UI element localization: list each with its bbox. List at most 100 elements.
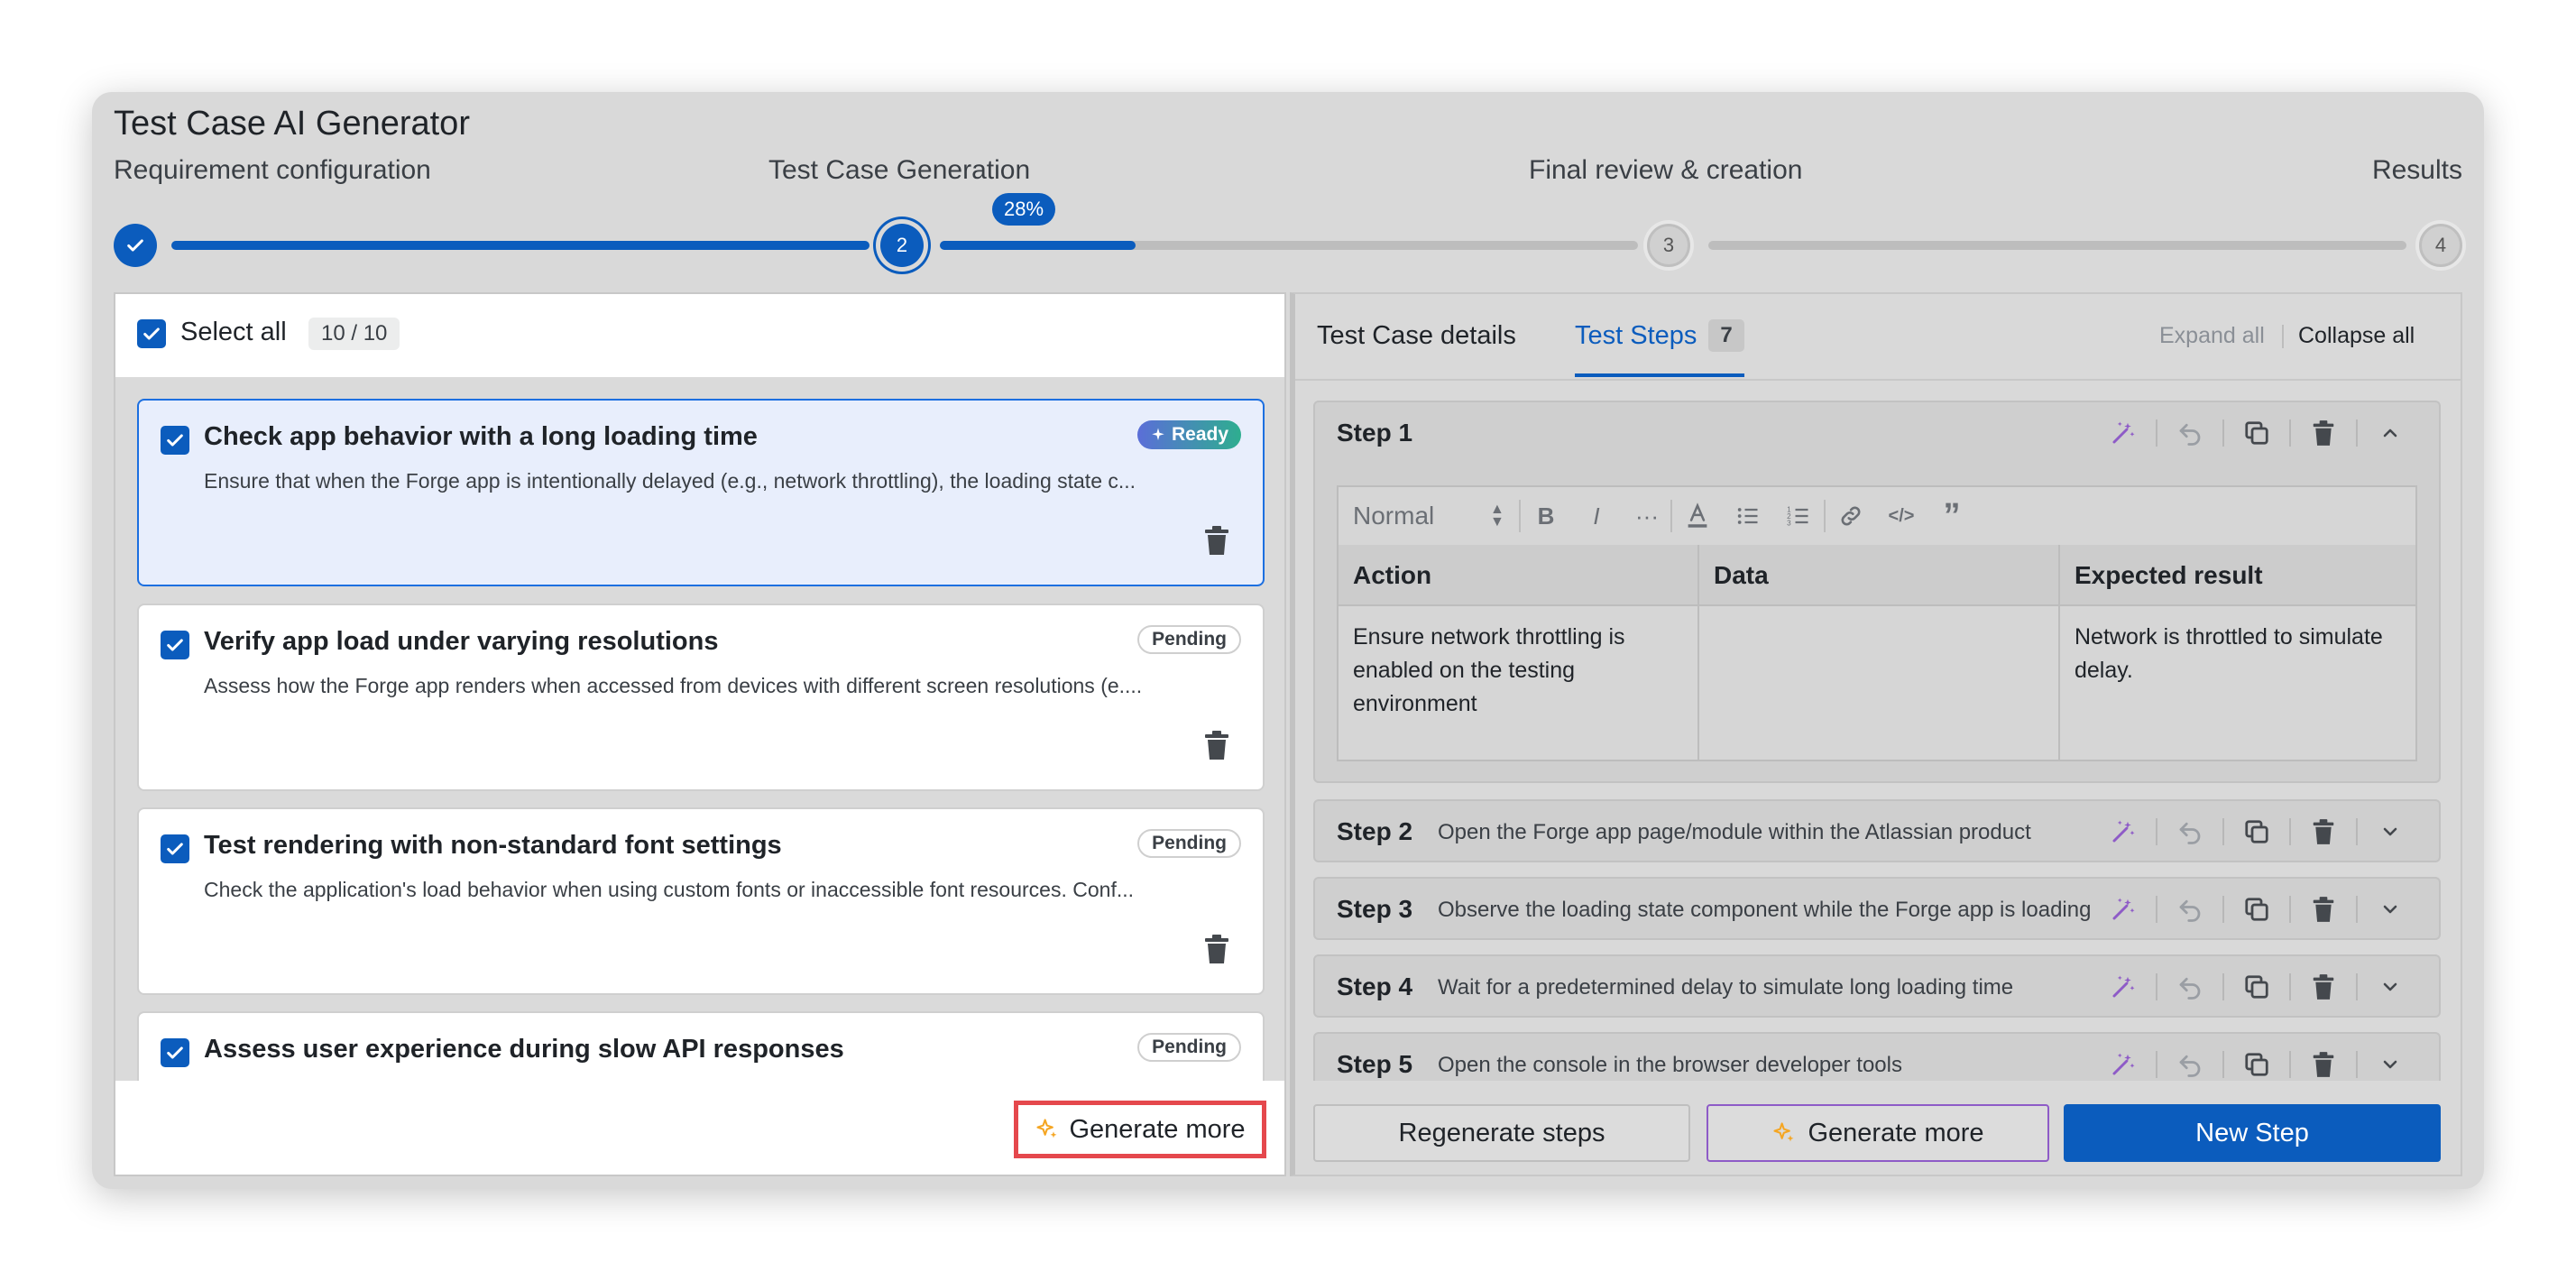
step-header[interactable]: Step 1 bbox=[1315, 402, 2439, 462]
chevron-down-icon[interactable] bbox=[2372, 891, 2408, 927]
test-case-checkbox[interactable] bbox=[161, 834, 189, 863]
rich-text-toolbar: Normal ▲ ▼ B I ··· 123 </> ” bbox=[1339, 487, 2415, 547]
test-case-card[interactable]: Check app behavior with a long loading t… bbox=[137, 399, 1265, 586]
test-case-checkbox[interactable] bbox=[161, 631, 189, 659]
test-case-list[interactable]: Check app behavior with a long loading t… bbox=[115, 377, 1284, 1081]
step-header[interactable]: Step 3 Observe the loading state compone… bbox=[1315, 879, 2439, 938]
copy-icon[interactable] bbox=[2239, 1046, 2275, 1083]
trash-icon[interactable] bbox=[2305, 814, 2341, 850]
step-header[interactable]: Step 2 Open the Forge app page/module wi… bbox=[1315, 801, 2439, 861]
step-table: Action Ensure network throttling is enab… bbox=[1339, 545, 2415, 760]
copy-icon[interactable] bbox=[2239, 415, 2275, 451]
trash-icon[interactable] bbox=[2305, 415, 2341, 451]
status-badge: Ready bbox=[1136, 420, 1241, 449]
tab-test-steps[interactable]: Test Steps bbox=[1575, 321, 1697, 351]
step-name: Step 3 bbox=[1337, 895, 1413, 923]
numbered-list-icon[interactable]: 123 bbox=[1782, 500, 1815, 532]
stepper-track-2 bbox=[940, 241, 1638, 250]
select-all-label: Select all bbox=[180, 318, 287, 346]
status-label: Ready bbox=[1171, 424, 1228, 445]
test-steps-count-badge: 7 bbox=[1708, 319, 1744, 352]
undo-icon[interactable] bbox=[2172, 969, 2208, 1005]
ai-wand-icon[interactable] bbox=[2105, 891, 2141, 927]
stepper-node-4[interactable]: 4 bbox=[2419, 224, 2462, 267]
link-icon[interactable] bbox=[1835, 500, 1867, 532]
expected-column: Expected result Network is throttled to … bbox=[2060, 545, 2415, 760]
trash-icon[interactable] bbox=[2305, 891, 2341, 927]
stepper-track-1 bbox=[171, 241, 869, 250]
ai-wand-icon[interactable] bbox=[2105, 415, 2141, 451]
sparkle-icon bbox=[1773, 1122, 1794, 1142]
svg-text:3: 3 bbox=[1787, 520, 1791, 528]
undo-icon[interactable] bbox=[2172, 1046, 2208, 1083]
table-header-expected: Expected result bbox=[2075, 561, 2263, 589]
status-badge: Pending bbox=[1137, 625, 1241, 654]
ai-wand-icon[interactable] bbox=[2105, 969, 2141, 1005]
generate-more-label: Generate more bbox=[1069, 1114, 1246, 1144]
stepper-node-3[interactable]: 3 bbox=[1647, 224, 1690, 267]
table-header-action: Action bbox=[1353, 561, 1432, 589]
test-case-description: Ensure that when the Forge app is intent… bbox=[204, 469, 1136, 493]
list-footer: Generate more bbox=[115, 1081, 1284, 1175]
undo-icon[interactable] bbox=[2172, 891, 2208, 927]
step-editor: Normal ▲ ▼ B I ··· 123 </> ” Action Ensu… bbox=[1337, 485, 2417, 761]
stepper-node-2[interactable]: 2 bbox=[880, 224, 924, 267]
chevron-down-icon[interactable] bbox=[2372, 969, 2408, 1005]
test-case-title: Test rendering with non-standard font se… bbox=[204, 831, 782, 860]
code-icon[interactable]: </> bbox=[1885, 500, 1918, 532]
check-icon bbox=[143, 327, 160, 340]
test-case-title: Verify app load under varying resolution… bbox=[204, 627, 719, 656]
test-case-description: Assess how the Forge app renders when ac… bbox=[204, 674, 1143, 697]
test-case-checkbox[interactable] bbox=[161, 1038, 189, 1067]
test-case-card[interactable]: Verify app load under varying resolution… bbox=[137, 604, 1265, 791]
trash-icon[interactable] bbox=[1203, 730, 1230, 760]
stage-label-generation: Test Case Generation bbox=[768, 155, 1031, 185]
expected-cell[interactable]: Network is throttled to simulate delay. bbox=[2075, 621, 2399, 687]
undo-icon[interactable] bbox=[2172, 415, 2208, 451]
test-case-checkbox[interactable] bbox=[161, 426, 189, 455]
chevron-down-icon[interactable] bbox=[2372, 1046, 2408, 1083]
chevron-up-icon[interactable] bbox=[2372, 415, 2408, 451]
stepper-track-3 bbox=[1708, 241, 2406, 250]
step-item[interactable]: Step 4 Wait for a predetermined delay to… bbox=[1313, 954, 2441, 1018]
tab-test-case-details[interactable]: Test Case details bbox=[1317, 321, 1516, 351]
text-color-icon[interactable] bbox=[1681, 500, 1714, 532]
ai-wand-icon[interactable] bbox=[2105, 1046, 2141, 1083]
text-style-select[interactable]: Normal bbox=[1353, 502, 1434, 530]
bold-icon[interactable]: B bbox=[1530, 500, 1562, 532]
expand-all-button[interactable]: Expand all bbox=[2159, 323, 2265, 349]
status-badge: Pending bbox=[1137, 829, 1241, 858]
stepper-node-1[interactable] bbox=[114, 224, 157, 267]
undo-icon[interactable] bbox=[2172, 814, 2208, 850]
tabs-divider bbox=[1295, 379, 2461, 381]
select-all-checkbox[interactable] bbox=[137, 319, 166, 348]
more-icon[interactable]: ··· bbox=[1631, 500, 1663, 532]
generate-more-button[interactable]: Generate more bbox=[1014, 1101, 1266, 1158]
copy-icon[interactable] bbox=[2239, 891, 2275, 927]
step-header[interactable]: Step 4 Wait for a predetermined delay to… bbox=[1315, 956, 2439, 1016]
step-name: Step 4 bbox=[1337, 972, 1413, 1000]
trash-icon[interactable] bbox=[1203, 525, 1230, 556]
copy-icon[interactable] bbox=[2239, 969, 2275, 1005]
ai-wand-icon[interactable] bbox=[2105, 814, 2141, 850]
regenerate-steps-button[interactable]: Regenerate steps bbox=[1313, 1104, 1690, 1162]
step-item[interactable]: Step 2 Open the Forge app page/module wi… bbox=[1313, 799, 2441, 862]
italic-icon[interactable]: I bbox=[1580, 500, 1613, 532]
new-step-button[interactable]: New Step bbox=[2064, 1104, 2441, 1162]
chevron-down-icon[interactable] bbox=[2372, 814, 2408, 850]
trash-icon[interactable] bbox=[2305, 1046, 2341, 1083]
trash-icon[interactable] bbox=[1203, 934, 1230, 964]
steps-footer: Regenerate steps Generate more New Step bbox=[1295, 1081, 2461, 1175]
bullet-list-icon[interactable] bbox=[1732, 500, 1764, 532]
step-item[interactable]: Step 3 Observe the loading state compone… bbox=[1313, 877, 2441, 940]
copy-icon[interactable] bbox=[2239, 814, 2275, 850]
collapse-all-button[interactable]: Collapse all bbox=[2298, 323, 2415, 349]
action-cell[interactable]: Ensure network throttling is enabled on … bbox=[1353, 621, 1678, 721]
generation-progress-fill bbox=[940, 241, 1136, 250]
test-case-card[interactable]: Assess user experience during slow API r… bbox=[137, 1011, 1265, 1081]
quote-icon[interactable]: ” bbox=[1936, 497, 1968, 535]
generate-more-steps-button[interactable]: Generate more bbox=[1707, 1104, 2049, 1162]
test-case-card[interactable]: Test rendering with non-standard font se… bbox=[137, 807, 1265, 995]
step-item-expanded: Step 1 Normal ▲ ▼ B I ··· 1 2 3 </> ” Ac… bbox=[1313, 401, 2441, 783]
trash-icon[interactable] bbox=[2305, 969, 2341, 1005]
